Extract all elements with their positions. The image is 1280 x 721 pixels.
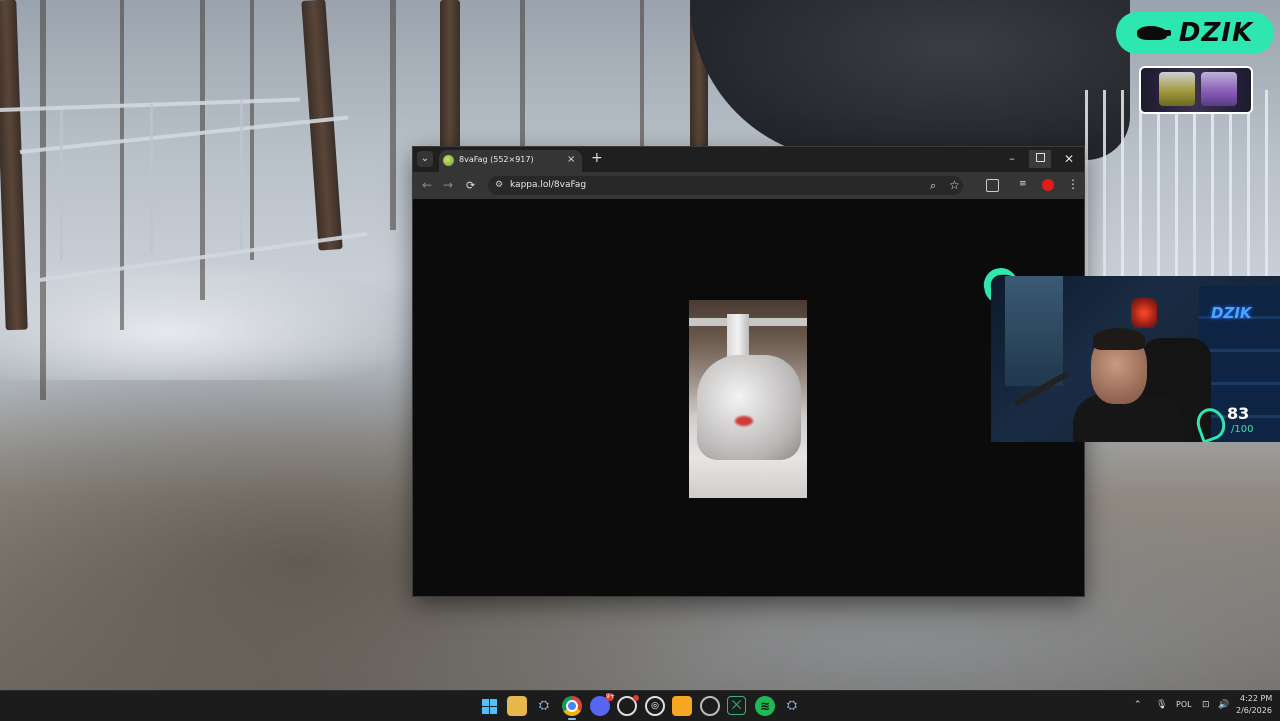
microphone-icon[interactable]: 🎙 xyxy=(1156,700,1167,710)
forward-button[interactable]: → xyxy=(443,178,453,192)
badge-icon xyxy=(1159,72,1195,106)
dzik-logo-text: DZIK xyxy=(1178,18,1254,48)
reload-button[interactable]: ⟳ xyxy=(466,179,475,192)
page-viewport xyxy=(413,199,1084,596)
chevron-up-icon[interactable]: ⌃ xyxy=(1134,700,1142,710)
close-window-button[interactable]: ✕ xyxy=(1058,150,1080,168)
neon-sign-icon xyxy=(1131,298,1157,328)
tune-icon[interactable]: ⚙ xyxy=(495,180,503,190)
tab-search-button[interactable]: ⌄ xyxy=(417,151,433,167)
browser-tab[interactable]: 8vaFag (552×917) × xyxy=(439,150,582,172)
app-icon[interactable] xyxy=(672,696,692,716)
metal-railing xyxy=(1085,90,1280,300)
maximize-icon xyxy=(1035,153,1045,162)
minimize-button[interactable]: – xyxy=(1001,150,1023,168)
frozen-car-image[interactable] xyxy=(689,300,807,498)
windows-icon xyxy=(481,699,497,714)
media-control-icon[interactable]: ≡ xyxy=(1019,179,1027,189)
steam-icon[interactable]: ⛭ xyxy=(782,696,802,716)
file-explorer-icon[interactable] xyxy=(507,696,527,716)
dzik-logo: DZIK xyxy=(1116,12,1274,54)
creature-silhouette xyxy=(690,0,1130,160)
start-button[interactable] xyxy=(479,696,499,716)
app-icon[interactable]: ⨉ xyxy=(727,696,746,715)
score-max: /100 xyxy=(1231,424,1254,435)
language-indicator[interactable]: POL xyxy=(1176,700,1192,709)
obs-icon[interactable] xyxy=(617,695,639,716)
badge-icon xyxy=(1201,72,1237,106)
spotify-icon[interactable]: ≋ xyxy=(755,696,775,716)
steam-icon[interactable]: ⛭ xyxy=(534,696,554,716)
webcam-neon-text: DZIK xyxy=(1211,304,1252,322)
new-tab-button[interactable]: + xyxy=(591,150,603,166)
app-icon[interactable] xyxy=(700,696,720,716)
badge-panel xyxy=(1139,66,1253,114)
discord-badge: 9+ xyxy=(606,693,615,701)
webcam-feed: DZIK 83 /100 xyxy=(991,276,1280,442)
taskbar: ⛭ 9+ ◎ ⨉ ≋ ⛭ ⌃ 🎙 POL ⊡ 🔊 4:22 PM 2/6/202… xyxy=(0,690,1280,721)
clock-time[interactable]: 4:22 PM xyxy=(1240,694,1272,703)
maximize-button[interactable] xyxy=(1029,150,1051,168)
tree-trunk xyxy=(301,0,343,251)
extensions-icon[interactable] xyxy=(986,179,999,192)
system-tray: ⌃ 🎙 POL ⊡ 🔊 4:22 PM 2/6/2026 xyxy=(1130,691,1280,721)
browser-window: ⌄ 8vaFag (552×917) × + – ✕ ← → ⟳ ⚙ kappa… xyxy=(413,147,1084,596)
back-button[interactable]: ← xyxy=(422,178,432,192)
notification-dot xyxy=(633,695,639,701)
score-value: 83 xyxy=(1227,404,1250,423)
app-icon[interactable]: ◎ xyxy=(645,696,665,716)
tree-trunk xyxy=(440,0,460,150)
browser-menu-icon[interactable]: ⋮ xyxy=(1067,177,1079,191)
boar-icon xyxy=(1136,24,1171,42)
chrome-icon[interactable] xyxy=(562,696,582,720)
record-extension-icon[interactable] xyxy=(1042,179,1054,191)
zoom-icon[interactable]: ⌕ xyxy=(930,179,936,193)
address-bar[interactable]: ⚙ kappa.lol/8vaFag ⌕ ☆ xyxy=(488,176,963,195)
tab-close-icon[interactable]: × xyxy=(567,154,575,165)
discord-icon[interactable]: 9+ xyxy=(590,693,615,716)
clock-date[interactable]: 2/6/2026 xyxy=(1236,706,1272,715)
tab-title: 8vaFag (552×917) xyxy=(459,155,534,164)
browser-toolbar: ← → ⟳ ⚙ kappa.lol/8vaFag ⌕ ☆ ≡ ⋮ xyxy=(413,172,1084,199)
favicon-icon xyxy=(443,155,454,166)
url-text[interactable]: kappa.lol/8vaFag xyxy=(510,180,586,190)
network-icon[interactable]: ⊡ xyxy=(1202,700,1210,710)
tab-strip: ⌄ 8vaFag (552×917) × + – ✕ xyxy=(413,147,1084,172)
tree-trunk xyxy=(0,0,28,331)
speaker-icon[interactable]: 🔊 xyxy=(1218,700,1229,710)
bookmark-star-icon[interactable]: ☆ xyxy=(949,178,960,192)
